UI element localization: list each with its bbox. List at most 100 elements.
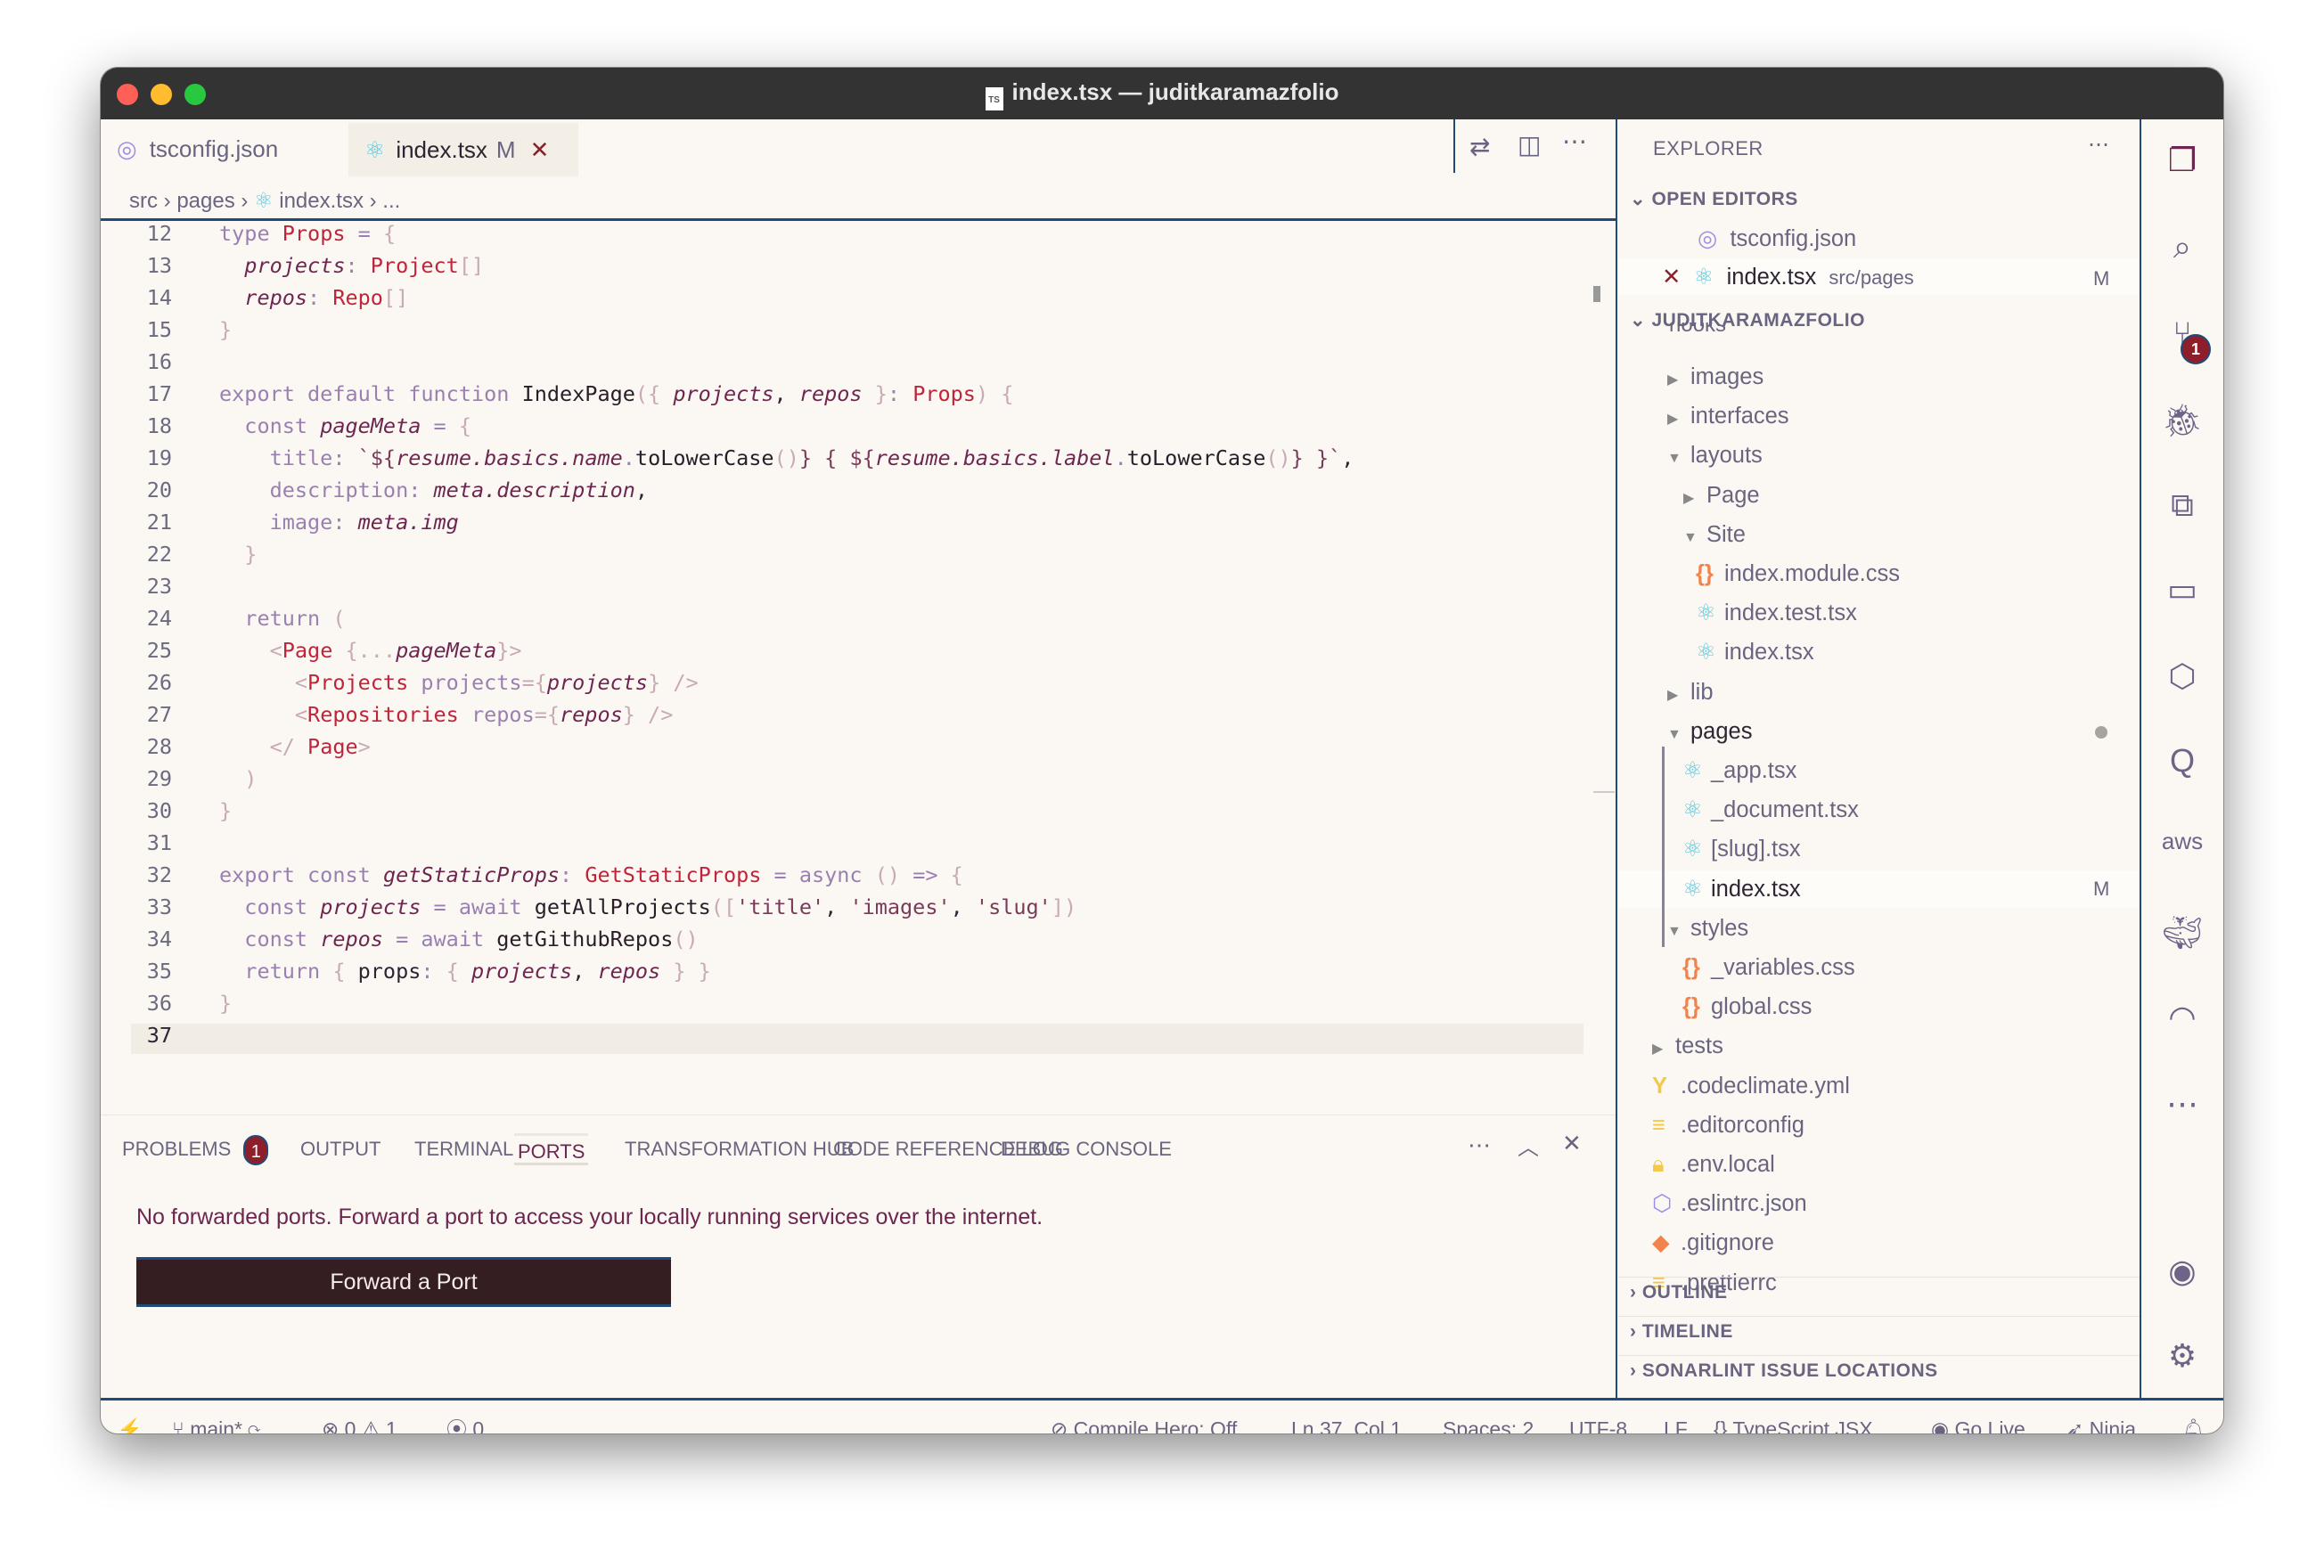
project-header[interactable]: ⌄ JUDITKARAMAZFOLIO: [1630, 309, 1865, 331]
section-outline[interactable]: › OUTLINE: [1630, 1282, 1728, 1303]
tree-item--document-tsx[interactable]: ⚛ _document.tsx: [1682, 790, 1859, 829]
more-actions-icon[interactable]: ⋯: [1562, 127, 1587, 156]
tree-item--env-local[interactable]: 🔒︎ .env.local: [1652, 1145, 1775, 1184]
maximize-panel-icon[interactable]: ︿: [1518, 1130, 1539, 1161]
chevron-right-icon: ›: [1630, 1321, 1642, 1342]
panel-tab-debug-console[interactable]: DEBUG CONSOLE: [1001, 1133, 1172, 1165]
panel-more-icon[interactable]: ⋯: [1468, 1131, 1491, 1159]
section-sonarlint-issue-locations[interactable]: › SONARLINT ISSUE LOCATIONS: [1630, 1360, 1938, 1382]
code-token: =: [421, 413, 459, 438]
open-editor-index-row[interactable]: ✕ ⚛ index.tsx src/pages: [1662, 257, 1914, 297]
item-label: layouts: [1690, 443, 1763, 469]
tree-item-pages[interactable]: ▼ pages: [1667, 712, 1752, 751]
more-icon[interactable]: ⋯: [2157, 1079, 2207, 1129]
code-token: :: [560, 862, 585, 887]
item-label: _variables.css: [1711, 955, 1855, 980]
tree-item-page[interactable]: ▶ Page: [1683, 476, 1760, 515]
panel-tab-terminal[interactable]: TERMINAL: [414, 1133, 513, 1165]
notifications-bell-icon[interactable]: 🔔︎: [2181, 1411, 2206, 1433]
section-timeline[interactable]: › TIMELINE: [1630, 1321, 1733, 1343]
tree-item-global-css[interactable]: {} global.css: [1682, 987, 1812, 1026]
item-label: .eslintrc.json: [1681, 1191, 1807, 1217]
close-tab-icon[interactable]: ✕: [530, 136, 550, 164]
chevron-right-icon: ›: [1630, 1282, 1642, 1303]
debug-icon[interactable]: 🐞︎: [2157, 396, 2207, 445]
code-token: ([: [710, 894, 737, 919]
code-token: :: [307, 285, 333, 310]
live-share-icon[interactable]: ◠: [2157, 992, 2207, 1042]
tree-item-styles[interactable]: ▼ styles: [1667, 909, 1748, 948]
code-token: ,: [634, 478, 649, 502]
breadcrumb-src[interactable]: src: [129, 189, 158, 213]
eol-status[interactable]: LF: [1664, 1411, 1688, 1433]
eye-off-icon: ⊘: [1051, 1417, 1068, 1434]
forward-port-button[interactable]: Forward a Port: [136, 1257, 671, 1307]
code-token: description: [219, 478, 409, 502]
open-editor-tsconfig[interactable]: ◎ tsconfig.json: [1698, 219, 1856, 258]
encoding-status[interactable]: UTF-8: [1569, 1411, 1627, 1433]
panel-tab-transformation-hub[interactable]: TRANSFORMATION HUB: [625, 1133, 854, 1165]
panel-tab-output[interactable]: OUTPUT: [300, 1133, 381, 1165]
tree-item-layouts[interactable]: ▼ layouts: [1667, 436, 1763, 475]
code-token: meta.description: [433, 478, 635, 502]
tree-item--app-tsx[interactable]: ⚛ _app.tsx: [1682, 751, 1796, 790]
branch-status[interactable]: ⑂ main* ⟳: [172, 1411, 260, 1433]
ninja-status[interactable]: ➶ Ninja: [2066, 1411, 2136, 1433]
tree-item-tests[interactable]: ▶ tests: [1652, 1026, 1723, 1066]
tree-item-interfaces[interactable]: ▶ interfaces: [1667, 396, 1789, 436]
tree-item--eslintrc-json[interactable]: ⬡ .eslintrc.json: [1652, 1184, 1807, 1223]
code-token: = await: [382, 927, 497, 951]
tree-item--editorconfig[interactable]: ≡ .editorconfig: [1652, 1106, 1804, 1145]
tree-item-index-module-css[interactable]: {} index.module.css: [1696, 554, 1900, 593]
extensions-icon[interactable]: ⧉: [2157, 480, 2207, 530]
settings-gear-icon[interactable]: ⚙: [2157, 1331, 2207, 1381]
problems-status[interactable]: ⊗ 0 ⚠ 1: [322, 1411, 397, 1433]
tree-item--slug--tsx[interactable]: ⚛ [slug].tsx: [1682, 829, 1801, 869]
compile-hero-status[interactable]: ⊘ Compile Hero: Off: [1051, 1411, 1237, 1434]
quokka-icon[interactable]: Q: [2157, 736, 2207, 786]
tree-item-lib[interactable]: ▶ lib: [1667, 673, 1714, 712]
tree-item-index-tsx[interactable]: ⚛ index.tsx: [1682, 870, 1801, 909]
cursor-position[interactable]: Ln 37, Col 1: [1291, 1411, 1402, 1433]
remote-icon[interactable]: ⚡: [117, 1411, 143, 1433]
tree-item-images[interactable]: ▶ images: [1667, 357, 1763, 396]
indentation-status[interactable]: Spaces: 2: [1443, 1411, 1534, 1433]
item-label: index.tsx: [1726, 265, 1817, 290]
tree-item--variables-css[interactable]: {} _variables.css: [1682, 948, 1855, 987]
tree-item--codeclimate-yml[interactable]: Y .codeclimate.yml: [1652, 1066, 1850, 1106]
breadcrumb-pages[interactable]: pages: [176, 189, 234, 213]
code-token: projects: [408, 670, 522, 695]
gitlens-icon[interactable]: ⬡: [2157, 651, 2207, 701]
open-changes-icon[interactable]: ⇄: [1469, 132, 1490, 161]
docker-icon[interactable]: 🐳︎: [2157, 908, 2207, 958]
code-editor[interactable]: 12 type Props = {13 projects: Project[] 14…: [101, 219, 1616, 1119]
tree-item--gitignore[interactable]: ◆ .gitignore: [1652, 1223, 1774, 1262]
close-panel-icon[interactable]: ✕: [1562, 1130, 1582, 1157]
panel-tab-ports[interactable]: PORTS: [514, 1133, 589, 1165]
account-icon[interactable]: ◉: [2157, 1246, 2207, 1296]
explorer-more-icon[interactable]: ⋯: [2088, 132, 2109, 158]
aws-icon[interactable]: aws: [2157, 816, 2207, 866]
split-editor-icon[interactable]: ◫: [1518, 130, 1541, 159]
open-editors-header[interactable]: ⌄ OPEN EDITORS: [1630, 188, 1798, 210]
sidebar-border: [1616, 119, 1617, 1398]
tree-item-index-tsx[interactable]: ⚛ index.tsx: [1696, 633, 1814, 672]
ports-empty-message: No forwarded ports. Forward a port to ac…: [136, 1205, 1043, 1229]
remote-explorer-icon[interactable]: ▭: [2157, 565, 2207, 615]
tree-item-index-test-tsx[interactable]: ⚛ index.test.tsx: [1696, 593, 1857, 633]
breadcrumb-symbols[interactable]: ...: [382, 189, 400, 213]
ports-status[interactable]: ⦿ 0: [446, 1411, 484, 1433]
tree-item-site[interactable]: ▼ Site: [1683, 515, 1746, 554]
scrollbar-thumb[interactable]: [1593, 286, 1600, 302]
breadcrumb-file[interactable]: index.tsx: [279, 189, 364, 213]
go-live-status[interactable]: ◉ Go Live: [1931, 1411, 2025, 1433]
panel-tab-problems[interactable]: PROBLEMS 1: [122, 1133, 269, 1166]
tab-index-tsx[interactable]: ⚛ index.tsx M ✕: [348, 123, 578, 176]
tree-item-partial[interactable]: hooks: [1669, 323, 1726, 333]
tab-tsconfig[interactable]: ◎ tsconfig.json: [117, 119, 348, 179]
line-number: 16: [146, 349, 172, 374]
search-icon[interactable]: ⌕: [2157, 222, 2207, 272]
close-editor-icon[interactable]: ✕: [1662, 265, 1681, 290]
explorer-icon[interactable]: ❐: [2157, 135, 2207, 185]
language-status[interactable]: {} TypeScript JSX: [1714, 1411, 1873, 1433]
